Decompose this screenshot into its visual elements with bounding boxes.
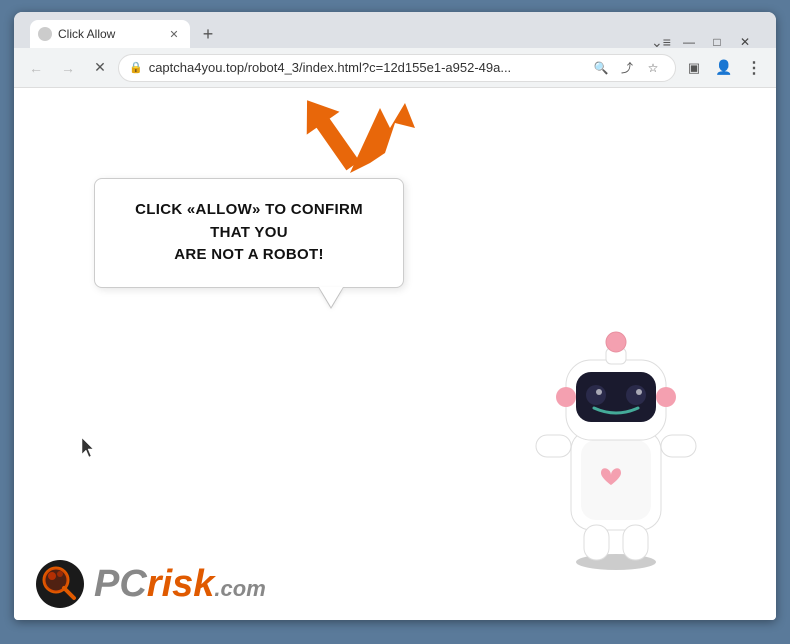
browser-window: Click Allow ✕ + ⌄≡ — □ ✕ ← → ✕ 🔒 captcha… bbox=[14, 12, 776, 620]
pcrisk-text: PCrisk.com bbox=[94, 565, 266, 603]
arrow-svg bbox=[295, 93, 365, 173]
bubble-line1: CLICK «ALLOW» TO CONFIRM THAT YOU bbox=[135, 201, 363, 241]
risk-text: risk bbox=[147, 563, 215, 605]
tab-title: Click Allow bbox=[58, 27, 160, 41]
pcrisk-logo: PCrisk.com bbox=[34, 558, 266, 610]
page-content: CLICK «ALLOW» TO CONFIRM THAT YOU ARE NO… bbox=[14, 88, 776, 620]
toolbar: ← → ✕ 🔒 captcha4you.top/robot4_3/index.h… bbox=[14, 48, 776, 88]
pc-text: PC bbox=[94, 563, 147, 605]
maximize-button[interactable]: □ bbox=[704, 32, 730, 52]
bookmark-icon-btn[interactable]: ☆ bbox=[641, 56, 665, 80]
new-tab-button[interactable]: + bbox=[194, 20, 222, 48]
share-icon-btn[interactable]: ⤴ bbox=[615, 56, 639, 80]
robot-svg bbox=[516, 300, 716, 570]
mouse-cursor bbox=[82, 438, 98, 463]
back-button[interactable]: ← bbox=[22, 54, 50, 82]
com-text: .com bbox=[214, 576, 265, 601]
minimize-button[interactable]: — bbox=[676, 32, 702, 52]
extensions-button[interactable]: ▣ bbox=[680, 54, 708, 82]
orange-arrow bbox=[295, 93, 365, 178]
address-icons: 🔍 ⤴ ☆ bbox=[589, 56, 665, 80]
speech-bubble: CLICK «ALLOW» TO CONFIRM THAT YOU ARE NO… bbox=[94, 178, 404, 288]
pcrisk-icon bbox=[34, 558, 86, 610]
url-text: captcha4you.top/robot4_3/index.html?c=12… bbox=[149, 60, 583, 75]
robot-illustration bbox=[516, 300, 716, 560]
address-bar[interactable]: 🔒 captcha4you.top/robot4_3/index.html?c=… bbox=[118, 54, 676, 82]
settings-icon[interactable]: ⌄≡ bbox=[648, 32, 674, 52]
lock-icon: 🔒 bbox=[129, 61, 143, 74]
toolbar-right: ▣ 👤 ⋮ bbox=[680, 54, 768, 82]
browser-tab[interactable]: Click Allow ✕ bbox=[30, 20, 190, 48]
bubble-line2: ARE NOT A ROBOT! bbox=[174, 246, 324, 263]
bubble-text: CLICK «ALLOW» TO CONFIRM THAT YOU ARE NO… bbox=[119, 199, 379, 267]
tab-close-button[interactable]: ✕ bbox=[166, 26, 182, 42]
reload-button[interactable]: ✕ bbox=[86, 54, 114, 82]
profile-button[interactable]: 👤 bbox=[710, 54, 738, 82]
close-button[interactable]: ✕ bbox=[732, 32, 758, 52]
window-controls: ⌄≡ — □ ✕ bbox=[648, 32, 758, 52]
forward-button[interactable]: → bbox=[54, 54, 82, 82]
title-bar: Click Allow ✕ + ⌄≡ — □ ✕ bbox=[14, 12, 776, 48]
menu-button[interactable]: ⋮ bbox=[740, 54, 768, 82]
tab-favicon bbox=[38, 27, 52, 41]
search-icon-btn[interactable]: 🔍 bbox=[589, 56, 613, 80]
